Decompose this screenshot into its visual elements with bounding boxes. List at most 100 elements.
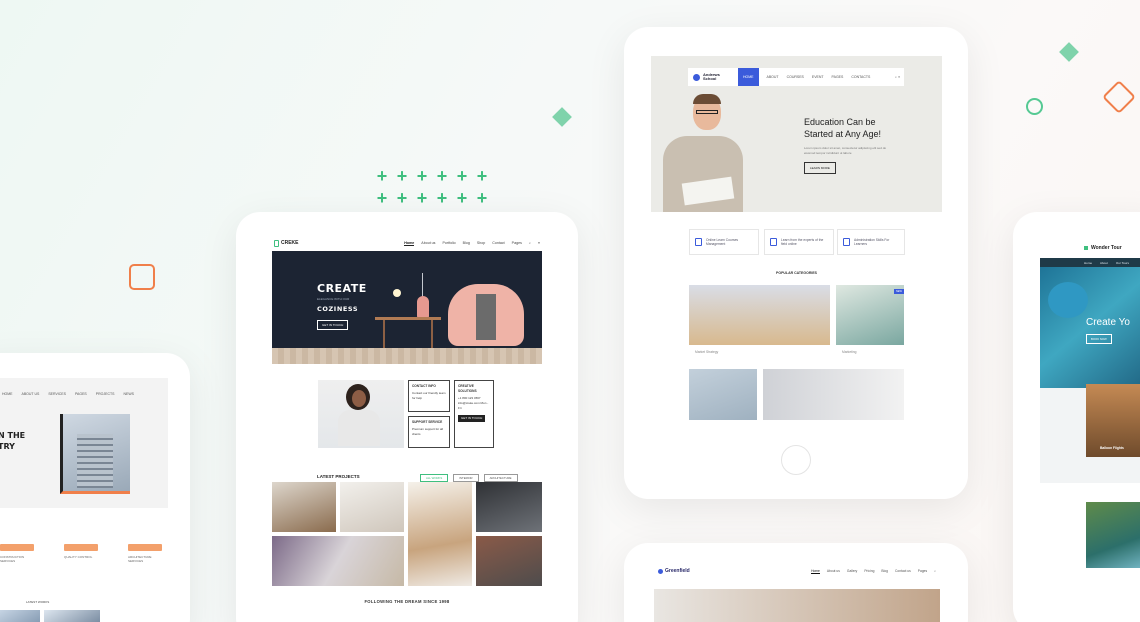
- nav-item[interactable]: Gallery: [847, 569, 857, 573]
- logo-icon: [274, 239, 279, 247]
- feature-item: CONSTRUCTION SERVICES: [0, 544, 34, 563]
- filter-tab[interactable]: INTERIOR: [453, 474, 479, 482]
- nav-item[interactable]: Home: [1084, 261, 1092, 265]
- nav-item[interactable]: NEWS: [123, 392, 134, 396]
- nav-item[interactable]: PAGES: [832, 75, 844, 79]
- nav-item-home[interactable]: HOME: [738, 68, 759, 86]
- hero-title-2: COZINESS: [317, 305, 359, 313]
- nav-item[interactable]: HOME: [2, 392, 13, 396]
- category-card[interactable]: [763, 369, 904, 420]
- site-logo[interactable]: Wonder Tour: [1084, 245, 1122, 251]
- learn-more-button[interactable]: LEARN MORE: [804, 162, 836, 174]
- site-logo[interactable]: Greenfield: [658, 568, 690, 574]
- nav-item-home[interactable]: Home: [811, 569, 820, 574]
- category-caption[interactable]: Marketing: [842, 350, 856, 354]
- table-image: [375, 317, 441, 348]
- nav-item[interactable]: Our Tours: [1116, 261, 1129, 265]
- site-logo[interactable]: CREKE: [274, 239, 299, 247]
- nav-item[interactable]: Blog: [881, 569, 888, 573]
- feature-item: ARCHITECTURE SERVICES: [128, 544, 162, 563]
- nav-item[interactable]: ABOUT US: [22, 392, 40, 396]
- school-nav: Andrews School HOME ABOUT COURSES EVENT P…: [688, 68, 904, 86]
- search-icon[interactable]: ⌕: [934, 569, 936, 573]
- search-icon[interactable]: ⌕: [529, 241, 531, 245]
- site-logo[interactable]: Andrews School: [688, 72, 738, 82]
- feature-icon: [843, 238, 850, 246]
- hero-text: Lorem ipsum dolor sit amet, consectetur …: [804, 146, 887, 155]
- info-card: CREATIVE SOLUTIONS +1 800 123 4567 info@c…: [454, 380, 494, 448]
- building-image[interactable]: [44, 610, 100, 622]
- category-card[interactable]: [689, 285, 830, 345]
- nav-item[interactable]: PROJECTS: [96, 392, 115, 396]
- category-card[interactable]: [689, 369, 757, 420]
- new-badge: NEW: [894, 289, 904, 294]
- feature-icon: [64, 544, 98, 551]
- project-thumbnail[interactable]: [272, 536, 404, 586]
- feature-card[interactable]: Online Learn Courses Management: [689, 229, 759, 255]
- nav-item[interactable]: Portfolio: [442, 241, 455, 245]
- hero-button[interactable]: GET IN TOUCH: [317, 320, 349, 330]
- book-button[interactable]: BOOK NOW: [1086, 334, 1112, 344]
- project-thumbnail[interactable]: [408, 482, 472, 586]
- nav-item[interactable]: Contact: [492, 241, 504, 245]
- corporate-hero: [654, 589, 940, 622]
- menu-icon[interactable]: ≡: [538, 241, 540, 245]
- feature-icon: [0, 544, 34, 551]
- feature-icon: [128, 544, 162, 551]
- nav-item[interactable]: Shop: [477, 241, 485, 245]
- nav-item[interactable]: About us: [827, 569, 840, 573]
- school-site-screen: Andrews School HOME ABOUT COURSES EVENT P…: [651, 56, 942, 436]
- nav-item[interactable]: About us: [421, 241, 435, 245]
- project-thumbnail[interactable]: [476, 482, 542, 532]
- orange-diamond-decoration: [1102, 80, 1136, 114]
- nav-item[interactable]: Contact us: [895, 569, 911, 573]
- nav-item[interactable]: PAGES: [75, 392, 87, 396]
- nav-item-home[interactable]: Home: [404, 241, 415, 246]
- construction-site-tablet: HOME ABOUT US SERVICES PAGES PROJECTS NE…: [0, 353, 190, 622]
- construction-hero: HOME ABOUT US SERVICES PAGES PROJECTS NE…: [0, 378, 168, 508]
- construction-hero-title: N THE TRY: [0, 431, 26, 451]
- hero-subtitle: ELEGANCE WITH OUR: [317, 297, 350, 301]
- nav-item[interactable]: CONTACTS: [851, 75, 870, 79]
- nav-item[interactable]: ABOUT: [767, 75, 779, 79]
- filter-tab[interactable]: ALL WORKS: [420, 474, 449, 482]
- nav-item[interactable]: Pricing: [864, 569, 874, 573]
- interior-site-screen: CREKE Home About us Portfolio Blog Shop …: [272, 234, 542, 622]
- construction-nav: HOME ABOUT US SERVICES PAGES PROJECTS NE…: [0, 378, 168, 396]
- interior-nav: CREKE Home About us Portfolio Blog Shop …: [272, 234, 542, 252]
- feature-card[interactable]: Administration Skills For Learners: [837, 229, 905, 255]
- pink-chair-image: [448, 284, 524, 346]
- branch-image: [422, 273, 423, 297]
- project-thumbnail[interactable]: [476, 536, 542, 586]
- info-card: CONTACT INFO Contact our friendly team fo…: [408, 380, 450, 412]
- project-thumbnail[interactable]: [340, 482, 404, 532]
- green-diamond-decoration: [552, 107, 572, 127]
- filter-tab[interactable]: ARCHITECTURE: [483, 474, 518, 482]
- nav-item[interactable]: EVENT: [812, 75, 824, 79]
- orange-square-decoration: [129, 264, 155, 290]
- nav-item[interactable]: Pages: [918, 569, 927, 573]
- project-thumbnail[interactable]: [272, 482, 336, 532]
- search-icon[interactable]: ⌕ ≡: [895, 75, 900, 79]
- nav-item[interactable]: COURSES: [787, 75, 804, 79]
- feature-icon: [695, 238, 702, 246]
- beach-image[interactable]: [1086, 502, 1140, 568]
- category-card[interactable]: [836, 285, 904, 345]
- category-caption[interactable]: Market Strategy: [695, 350, 718, 354]
- info-card: SUPPORT SERVICE Premium support for all c…: [408, 416, 450, 448]
- hero-title: Create Yo: [1086, 317, 1130, 328]
- tour-nav: Home About Our Tours: [1040, 258, 1140, 267]
- logo-icon: [658, 568, 663, 574]
- feature-card[interactable]: Learn from the experts of the field onli…: [764, 229, 834, 255]
- latest-projects-heading: LATEST PROJECTS: [317, 474, 360, 479]
- nav-item[interactable]: Pages: [512, 241, 522, 245]
- interior-site-tablet: CREKE Home About us Portfolio Blog Shop …: [236, 212, 578, 622]
- building-image[interactable]: [0, 610, 40, 622]
- tour-site-tablet: Wonder Tour Home About Our Tours Create …: [1013, 212, 1140, 622]
- project-gallery: [272, 482, 542, 587]
- contact-button[interactable]: GET IN TOUCH: [458, 415, 486, 422]
- nav-item[interactable]: About: [1100, 261, 1108, 265]
- nav-item[interactable]: Blog: [463, 241, 470, 245]
- section-label: LATEST WORKS: [26, 600, 50, 604]
- nav-item[interactable]: SERVICES: [48, 392, 66, 396]
